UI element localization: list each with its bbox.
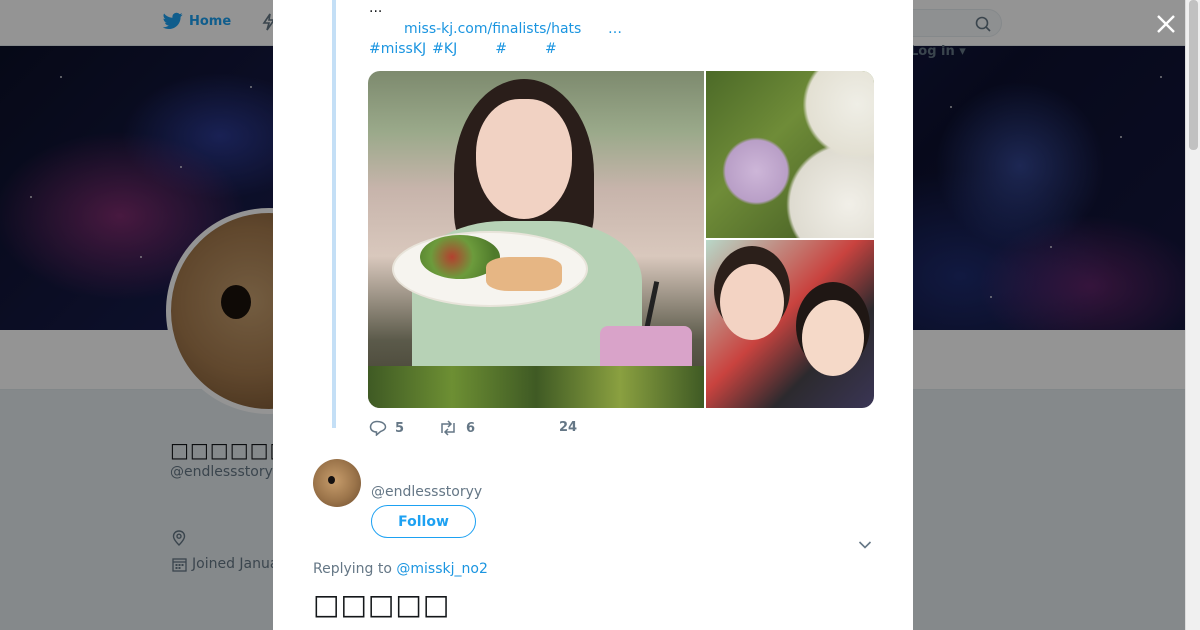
replying-to: Replying to @misskj_no2 — [313, 561, 488, 577]
tweet-actions: 5 6 24 — [369, 420, 577, 436]
page-scrollbar[interactable] — [1185, 0, 1200, 630]
follow-button[interactable]: Follow — [371, 505, 476, 538]
tweet-media-grid — [368, 71, 874, 408]
retweet-count: 6 — [466, 420, 476, 436]
reply-avatar[interactable] — [313, 459, 361, 507]
tweet-modal: ... miss-kj.com/finalists/hats … #missKJ… — [273, 0, 913, 630]
tweet-text-ellipsis: ... — [369, 0, 383, 16]
hashtag-link[interactable]: # — [495, 41, 507, 57]
hashtag-link[interactable]: #missKJ — [369, 41, 426, 57]
scrollbar-thumb[interactable] — [1189, 0, 1198, 150]
tweet-photo-top-right[interactable] — [706, 71, 874, 238]
tweet-link[interactable]: miss-kj.com/finalists/hats — [404, 21, 581, 37]
thread-line — [332, 0, 336, 428]
tweet-link-more[interactable]: … — [608, 21, 622, 37]
retweet-icon — [441, 420, 455, 436]
hashtag-link[interactable]: # — [545, 41, 557, 57]
hashtag-link[interactable]: #KJ — [432, 41, 457, 57]
replying-prefix: Replying to — [313, 561, 392, 577]
reply-button[interactable]: 5 — [369, 420, 404, 436]
reply-count: 5 — [395, 420, 405, 436]
reply-icon — [369, 420, 387, 436]
like-button[interactable]: 24 — [559, 420, 599, 435]
like-count: 24 — [559, 420, 578, 435]
tweet-hashtags: #missKJ #KJ # # — [369, 41, 563, 57]
retweet-button[interactable]: 6 — [438, 420, 475, 436]
reply-handle[interactable]: @endlessstoryy — [371, 484, 482, 500]
tweet-photo-main[interactable] — [368, 71, 704, 408]
close-icon[interactable] — [1154, 12, 1178, 36]
reply-text: □□□□□ — [313, 588, 451, 621]
chevron-down-icon[interactable] — [858, 540, 872, 550]
tweet-photo-bottom-right[interactable] — [706, 240, 874, 408]
replying-to-link[interactable]: @misskj_no2 — [396, 561, 487, 577]
